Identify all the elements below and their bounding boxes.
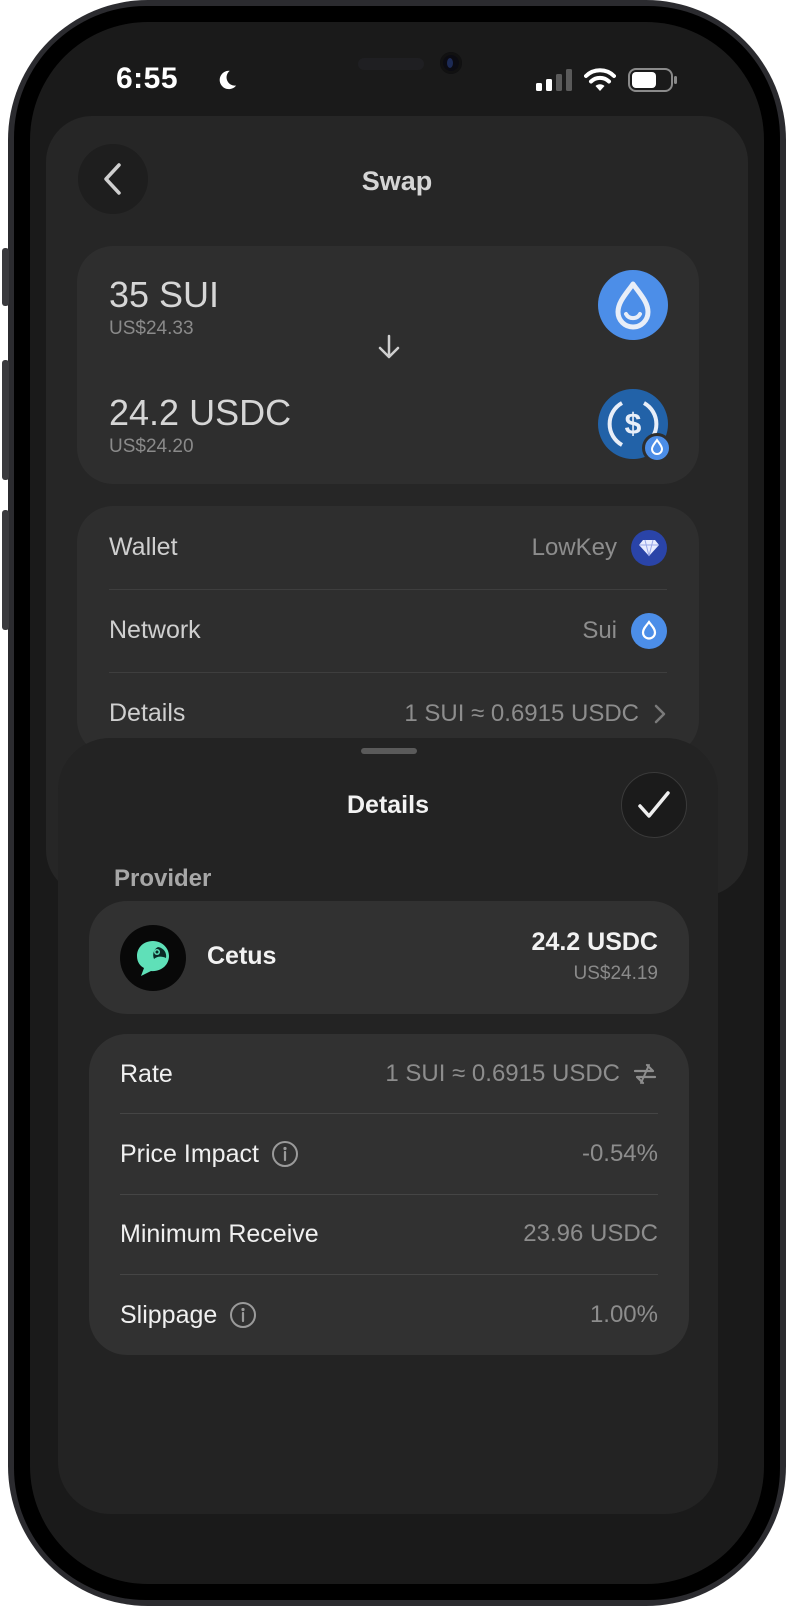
price-impact-value: -0.54% [581,1140,658,1167]
swap-details-card: Rate 1 SUI ≈ 0.6915 USDC Price Impact -0… [89,1034,689,1355]
status-time: 6:55 [116,62,179,95]
slippage-row[interactable]: Slippage 1.00% [120,1275,658,1355]
details-value: 1 SUI ≈ 0.6915 USDC [404,699,639,727]
provider-section-label: Provider [114,865,212,892]
diamond-icon [631,529,667,566]
details-sheet: Details Provider Cetus 24.2 USDC US$24.1… [58,738,718,1514]
dynamic-island [358,50,480,80]
sheet-title: Details [347,791,429,819]
minimum-receive-label: Minimum Receive [120,1219,319,1248]
mute-switch [2,248,9,306]
sheet-grabber[interactable] [361,748,417,754]
from-amount[interactable]: 35 SUI [109,274,219,316]
sui-network-icon [631,612,667,649]
provider-card[interactable]: Cetus 24.2 USDC US$24.19 [89,901,689,1014]
rate-label: Rate [120,1059,173,1088]
rate-value: 1 SUI ≈ 0.6915 USDC [385,1060,620,1087]
svg-text:$: $ [625,408,642,441]
arrow-down-icon[interactable] [377,334,401,360]
cetus-logo [120,925,186,991]
info-icon[interactable] [271,1140,299,1168]
volume-down-button [2,510,9,630]
done-button[interactable] [621,772,687,838]
provider-amount: 24.2 USDC [531,928,658,956]
moon-icon [219,70,237,90]
to-amount[interactable]: 24.2 USDC [109,392,291,434]
provider-fiat: US$24.19 [573,963,658,984]
sui-badge-icon [642,433,672,463]
minimum-receive-row: Minimum Receive 23.96 USDC [120,1194,658,1274]
wallet-label: Wallet [109,533,178,561]
sui-token-icon[interactable] [598,270,668,340]
speaker-slot [358,58,424,70]
phone-screen: 6:55 Swap 35 SUI US$24.33 24.2 USDC US$2… [30,22,764,1584]
network-value: Sui [582,616,617,644]
status-icons [536,68,678,92]
wallet-row[interactable]: Wallet LowKey [109,506,667,589]
wifi-icon [584,68,616,91]
volume-up-button [2,360,9,480]
from-fiat: US$24.33 [109,318,194,339]
slippage-value: 1.00% [589,1301,658,1328]
slippage-label: Slippage [120,1300,218,1329]
details-label: Details [109,699,186,727]
info-icon[interactable] [229,1301,257,1329]
swap-amounts-card: 35 SUI US$24.33 24.2 USDC US$24.20 $ [77,246,699,484]
rate-row: Rate 1 SUI ≈ 0.6915 USDC [120,1034,658,1114]
price-impact-label: Price Impact [120,1139,259,1168]
page-title: Swap [361,166,433,196]
usdc-token-icon[interactable]: $ [598,389,672,463]
minimum-receive-value: 23.96 USDC [523,1220,658,1247]
front-camera [440,52,462,74]
signal-icon [536,69,572,91]
checkmark-icon [638,791,670,818]
battery-icon [628,68,677,92]
swap-info-card: Wallet LowKey Network Sui Details 1 SUI … [77,506,699,756]
price-impact-row: Price Impact -0.54% [120,1114,658,1194]
to-fiat: US$24.20 [109,436,194,457]
wallet-value: LowKey [531,533,617,561]
swap-direction-icon[interactable] [632,1062,658,1086]
chevron-right-icon [654,704,666,723]
network-row[interactable]: Network Sui [109,589,667,672]
provider-name: Cetus [207,942,277,970]
network-label: Network [109,616,201,644]
